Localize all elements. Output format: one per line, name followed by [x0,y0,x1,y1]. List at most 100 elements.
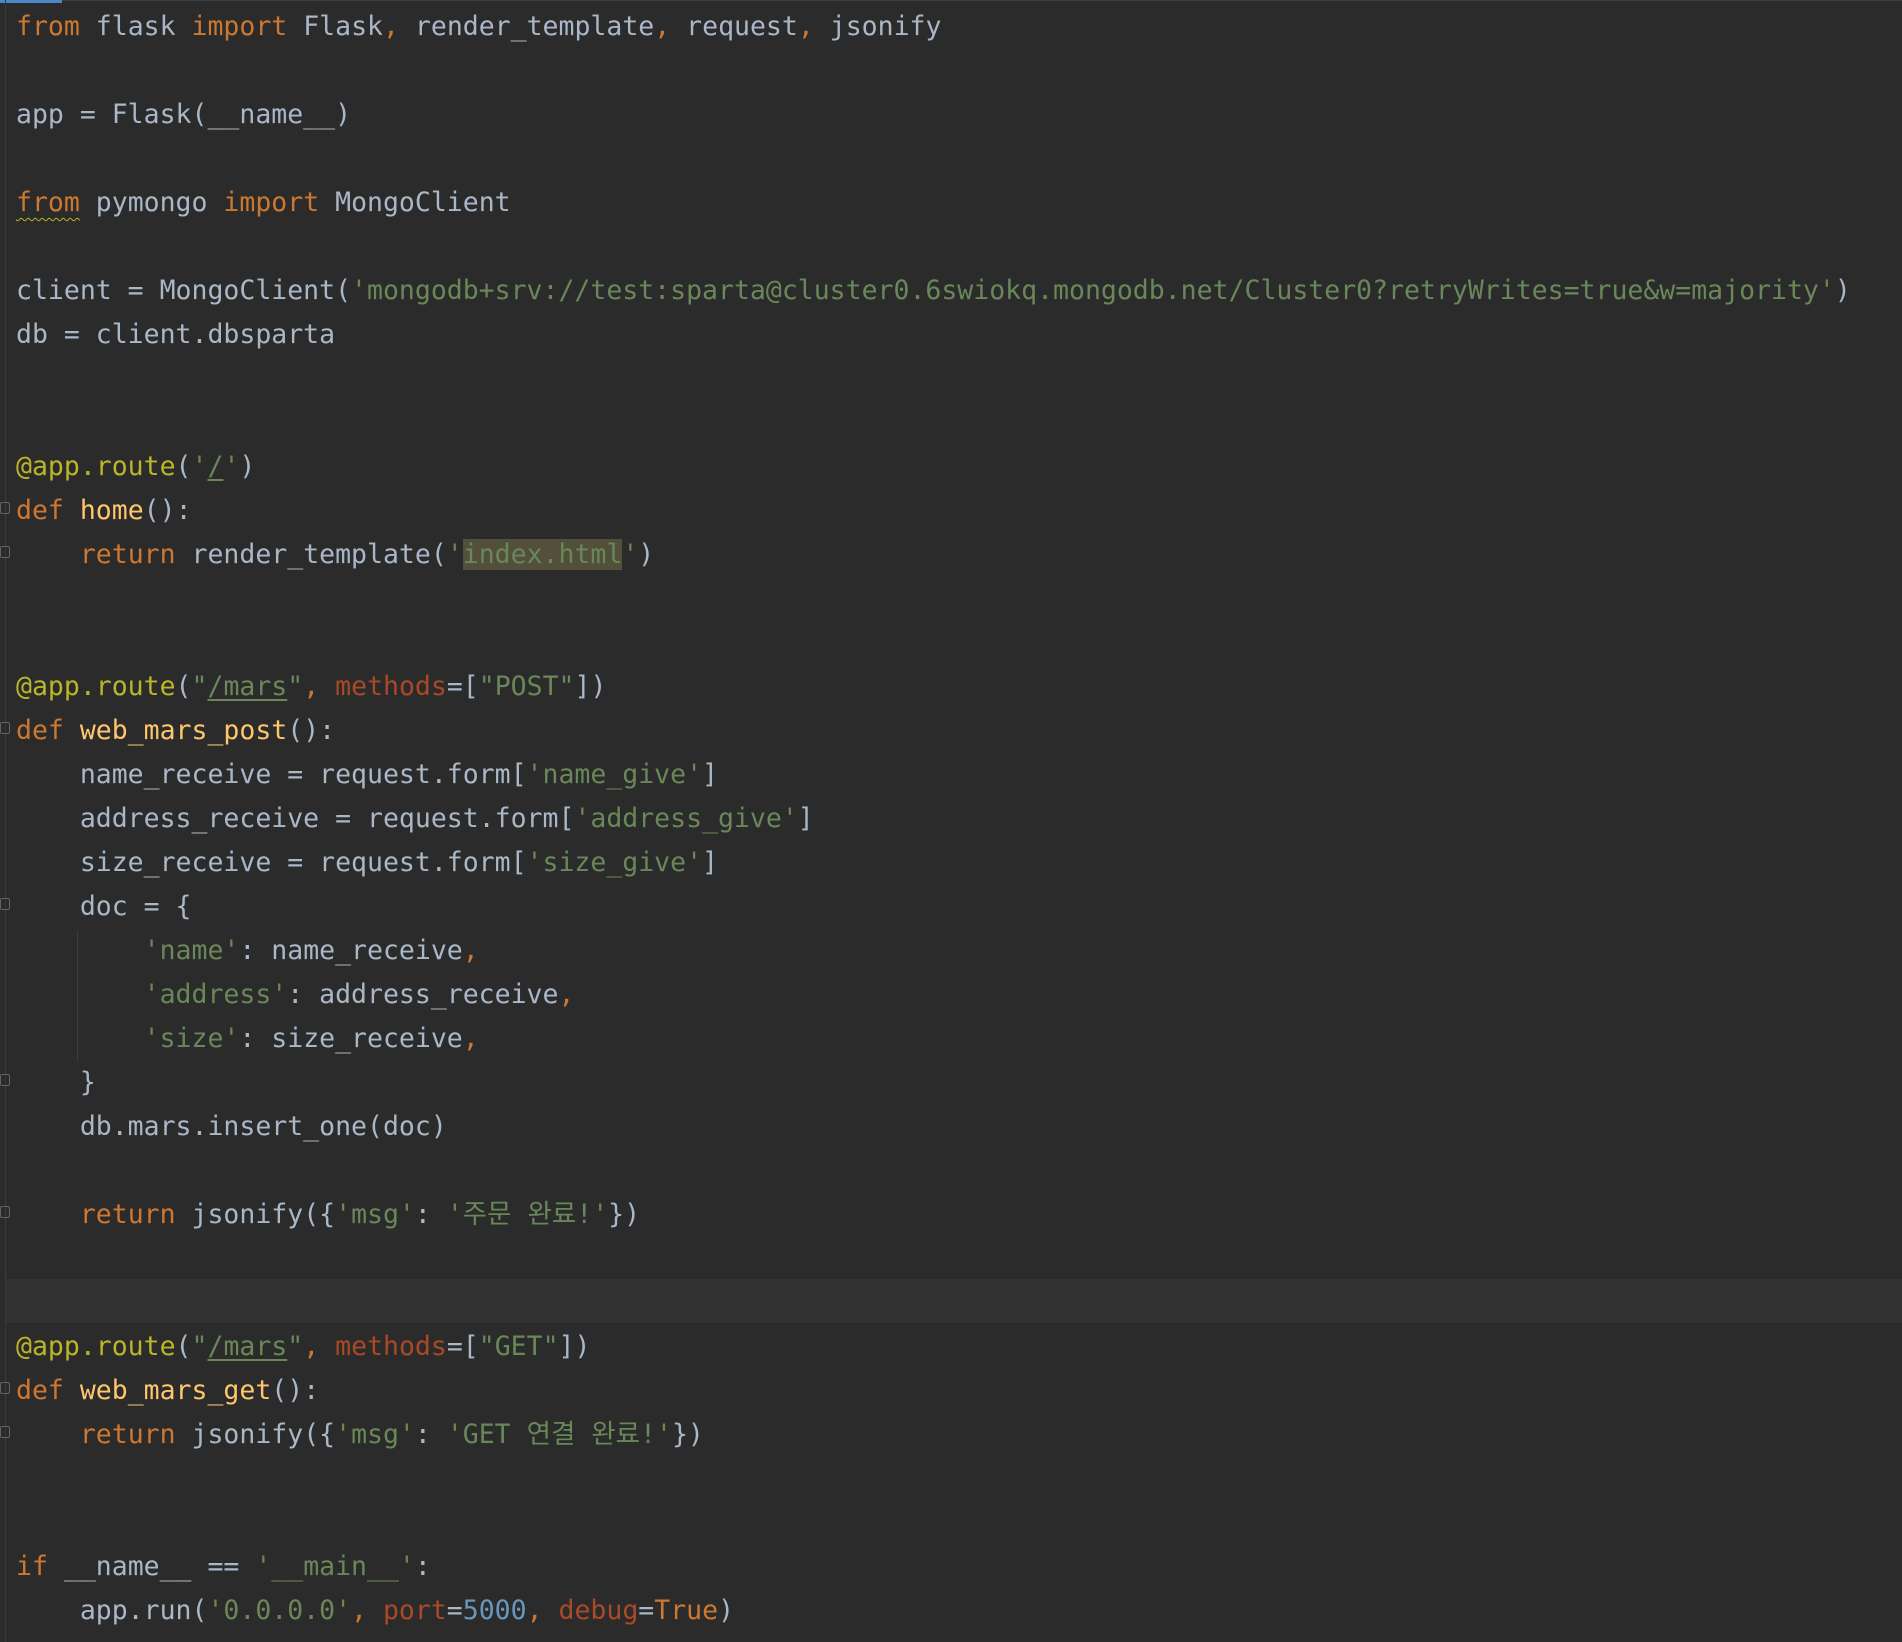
code-token: " [287,671,304,702]
code-line[interactable]: def web_mars_get(): [16,1369,319,1413]
code-token: doc = { [16,891,192,922]
code-line[interactable]: def home(): [16,489,192,533]
code-token: =[ [446,1331,479,1362]
code-token: if [16,1551,64,1582]
code-token: 'size' [143,1023,240,1054]
code-token: ' [622,539,639,570]
code-token: web_mars_post [79,715,288,746]
code-token: 'mongodb+srv://test:sparta@cluster0.6swi… [351,275,1835,306]
code-token: ( [175,671,192,702]
fold-marker-icon[interactable] [0,1074,10,1086]
code-token: ' [446,539,463,570]
code-token: '0.0.0.0' [207,1595,352,1626]
code-line[interactable]: 'name': name_receive, [16,929,479,973]
code-token: methods [335,1331,447,1362]
code-line[interactable]: from pymongo import MongoClient [16,181,511,225]
code-line[interactable]: client = MongoClient('mongodb+srv://test… [16,269,1851,313]
code-token: return [79,1419,192,1450]
code-token: ) [638,539,655,570]
code-line[interactable]: doc = { [16,885,192,929]
code-token: __name__ == [63,1551,256,1582]
current-line-highlight [6,1279,1902,1323]
code-line[interactable]: def web_mars_post(): [16,709,335,753]
code-token: import [223,187,336,218]
code-line[interactable]: name_receive = request.form['name_give'] [16,753,718,797]
code-line[interactable]: @app.route("/mars", methods=["POST"]) [16,665,606,709]
code-token: }) [608,1199,641,1230]
code-token: app.run( [16,1595,208,1626]
code-token: methods [335,671,447,702]
code-line[interactable]: app = Flask(__name__) [16,93,351,137]
code-token: name_receive = request.form[ [16,759,527,790]
code-token: : name_receive [239,935,463,966]
code-token: address_receive = request.form[ [16,803,575,834]
fold-marker-icon[interactable] [0,898,10,910]
code-token: Flask [303,11,383,42]
code-token: 'GET 연결 완료!' [446,1419,672,1450]
code-token: MongoClient [335,187,511,218]
code-token: = [638,1595,655,1626]
code-token: def [16,1375,80,1406]
code-token: ' [191,451,208,482]
code-token: ( [175,451,192,482]
code-token: size_receive = request.form[ [16,847,527,878]
code-line[interactable]: 'size': size_receive, [16,1017,479,1061]
code-line[interactable]: @app.route('/') [16,445,255,489]
fold-marker-icon[interactable] [0,1426,10,1438]
code-token: , [558,979,575,1010]
code-line[interactable]: @app.route("/mars", methods=["GET"]) [16,1325,590,1369]
code-token: } [16,1067,96,1098]
fold-marker-icon[interactable] [0,722,10,734]
fold-marker-icon[interactable] [0,1206,10,1218]
code-token: def [16,715,80,746]
code-token: @app.route [16,1331,176,1362]
code-token: jsonify({ [191,1199,336,1230]
fold-marker-icon[interactable] [0,502,10,514]
code-token: , [351,1595,383,1626]
code-line[interactable]: size_receive = request.form['size_give'] [16,841,718,885]
code-line[interactable]: 'address': address_receive, [16,973,575,1017]
code-line[interactable]: if __name__ == '__main__': [16,1545,431,1589]
code-token: from [16,11,96,42]
code-line[interactable]: db = client.dbsparta [16,313,335,357]
fold-marker-icon[interactable] [0,1382,10,1394]
code-token: ]) [558,1331,591,1362]
code-token: index.html [462,539,623,570]
code-token: ] [702,847,719,878]
fold-marker-icon[interactable] [0,546,10,558]
code-token: ]) [574,671,607,702]
code-token: / [207,451,224,482]
code-token: 5000 [462,1595,527,1626]
code-line[interactable]: return jsonify({'msg': 'GET 연결 완료!'}) [16,1413,704,1457]
code-token: from [16,187,80,218]
code-token: return [79,1199,192,1230]
code-token: 'address_give' [574,803,798,834]
code-token: " [191,1331,208,1362]
code-token: /mars [207,1331,288,1362]
code-token: "GET" [478,1331,559,1362]
code-editor[interactable]: from flask import Flask, render_template… [0,0,1902,1642]
code-token: '__main__' [255,1551,415,1582]
code-token: @app.route [16,671,176,702]
code-token: ) [1834,275,1851,306]
code-token: db = client.dbsparta [16,319,336,350]
code-token: jsonify({ [191,1419,336,1450]
code-line[interactable]: from flask import Flask, render_template… [16,5,941,49]
code-line[interactable]: return render_template('index.html') [16,533,654,577]
code-token: 'name_give' [526,759,703,790]
active-tab-indicator [0,0,62,3]
code-token: client = MongoClient( [16,275,352,306]
code-line[interactable]: app.run('0.0.0.0', port=5000, debug=True… [16,1589,734,1633]
code-line[interactable]: db.mars.insert_one(doc) [16,1105,447,1149]
code-token: /mars [207,671,288,702]
code-line[interactable]: return jsonify({'msg': '주문 완료!'}) [16,1193,640,1237]
code-line[interactable]: } [16,1061,96,1105]
code-token: , [797,11,830,42]
code-token: : [414,1199,447,1230]
code-token: def [16,495,80,526]
code-token: , [462,1023,479,1054]
code-token: 'msg' [335,1199,415,1230]
code-line[interactable]: address_receive = request.form['address_… [16,797,814,841]
